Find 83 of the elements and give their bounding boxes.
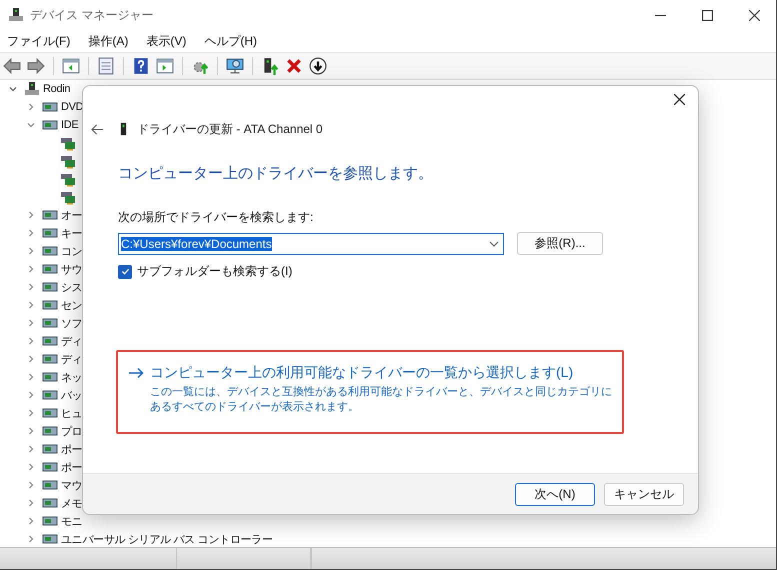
download-icon[interactable] (309, 57, 327, 75)
chevron-right-icon[interactable] (26, 498, 36, 508)
chevron-right-icon[interactable] (26, 354, 36, 364)
browse-button[interactable]: 参照(R)... (517, 232, 603, 255)
dialog-title: ドライバーの更新 - ATA Channel 0 (137, 120, 323, 138)
help-icon[interactable] (132, 57, 150, 75)
chevron-right-icon[interactable] (26, 372, 36, 382)
close-icon[interactable] (749, 10, 760, 20)
chevron-right-icon[interactable] (26, 516, 36, 526)
chevron-right-icon[interactable] (26, 102, 36, 112)
tree-item[interactable]: メモ (61, 496, 82, 510)
tree-item[interactable]: キー (61, 226, 82, 240)
forward-arrow-icon[interactable] (27, 57, 45, 75)
tree-item[interactable]: ポー (61, 460, 82, 474)
path-combobox[interactable]: C:¥Users¥forev¥Documents (118, 232, 504, 254)
chevron-right-icon[interactable] (26, 228, 36, 238)
close-icon[interactable] (674, 94, 685, 105)
tree-item[interactable]: プロ (61, 424, 82, 438)
chevron-right-icon[interactable] (26, 390, 36, 400)
panel-icon[interactable] (62, 57, 80, 75)
chevron-right-icon[interactable] (26, 336, 36, 346)
tree-item[interactable]: バッ (61, 388, 82, 402)
window-title: デバイス マネージャー (30, 6, 154, 24)
location-label: 次の場所でドライバーを検索します: (118, 209, 314, 226)
controller-card-icon[interactable] (60, 135, 76, 151)
tree-item[interactable]: ソフ (61, 316, 82, 330)
chevron-down-icon[interactable] (26, 120, 36, 130)
tree-item[interactable]: ディ (61, 334, 82, 348)
tree-item[interactable]: シス (61, 280, 82, 294)
option-description: この一覧には、デバイスと互換性がある利用可能なドライバーと、デバイスと同じカテゴリにあるすべてのドライバーが表示されます。 (149, 385, 612, 416)
tree-item[interactable]: マウ (61, 478, 82, 492)
tree-item[interactable]: セン (61, 298, 82, 312)
controller-card-icon[interactable] (60, 171, 76, 187)
computer-icon (24, 81, 40, 97)
chevron-right-icon[interactable] (26, 480, 36, 490)
menu-item[interactable]: 表示(V) (146, 32, 186, 50)
maximize-icon[interactable] (702, 10, 713, 20)
properties-icon[interactable] (97, 57, 115, 75)
tree-item[interactable]: コン (61, 244, 82, 258)
dialog-button[interactable]: 次へ(N) (515, 482, 595, 506)
chevron-right-icon[interactable] (26, 426, 36, 436)
driver-list-option[interactable]: コンピューター上の利用可能なドライバーの一覧から選択します(L) この一覧には、デバイスと互換性がある利用可能なドライバーと、デバイスと同じカテゴリにあるすべてのドライバーが表示されます。 (116, 350, 624, 434)
panel-icon[interactable] (156, 57, 174, 75)
dialog-heading: コンピューター上のドライバーを参照します。 (118, 164, 434, 183)
tree-item[interactable]: Rodin (43, 83, 70, 95)
menu-item[interactable]: ファイル(F) (7, 32, 70, 50)
tree-item[interactable]: オー (61, 208, 82, 222)
tree-item[interactable]: モニ (61, 514, 82, 528)
chevron-right-icon[interactable] (26, 408, 36, 418)
app-icon (8, 7, 24, 23)
chevron-right-icon[interactable] (26, 282, 36, 292)
chevron-right-icon[interactable] (26, 300, 36, 310)
controller-card-icon[interactable] (60, 153, 76, 169)
arrow-right-icon (128, 367, 144, 379)
chevron-right-icon[interactable] (26, 534, 36, 544)
menu-item[interactable]: 操作(A) (88, 32, 128, 50)
tree-item[interactable]: ヒュ (61, 406, 82, 420)
menu-item[interactable]: ヘルプ(H) (204, 32, 257, 50)
checkbox[interactable] (118, 264, 132, 278)
monitor-search-icon[interactable] (226, 57, 244, 75)
device-icon (120, 122, 127, 136)
chevron-right-icon[interactable] (26, 210, 36, 220)
checkmark-icon (120, 267, 130, 276)
chevron-right-icon[interactable] (26, 318, 36, 328)
tree-item[interactable]: ポー (61, 442, 82, 456)
back-arrow-icon[interactable] (3, 57, 21, 75)
option-title: コンピューター上の利用可能なドライバーの一覧から選択します(L) (150, 364, 574, 382)
tree-item[interactable]: サウ (61, 262, 82, 276)
chevron-right-icon[interactable] (26, 462, 36, 472)
dialog-button[interactable]: キャンセル (604, 482, 684, 506)
delete-icon[interactable] (285, 57, 303, 75)
tree-item[interactable]: ネッ (61, 370, 82, 384)
checkbox-label[interactable]: サブフォルダーも検索する(I) (137, 263, 292, 280)
tree-item[interactable]: IDE (61, 119, 78, 131)
chevron-down-icon[interactable] (8, 84, 18, 94)
controller-card-icon[interactable] (60, 189, 76, 205)
chevron-right-icon[interactable] (26, 264, 36, 274)
chevron-right-icon[interactable] (26, 444, 36, 454)
tree-item[interactable]: ユニバーサル シリアル バス コントローラー (61, 532, 273, 546)
chevron-right-icon[interactable] (26, 246, 36, 256)
back-arrow-icon[interactable] (91, 124, 104, 134)
tree-item[interactable]: ディ (61, 352, 82, 366)
dropdown-caret-icon[interactable] (489, 240, 499, 246)
